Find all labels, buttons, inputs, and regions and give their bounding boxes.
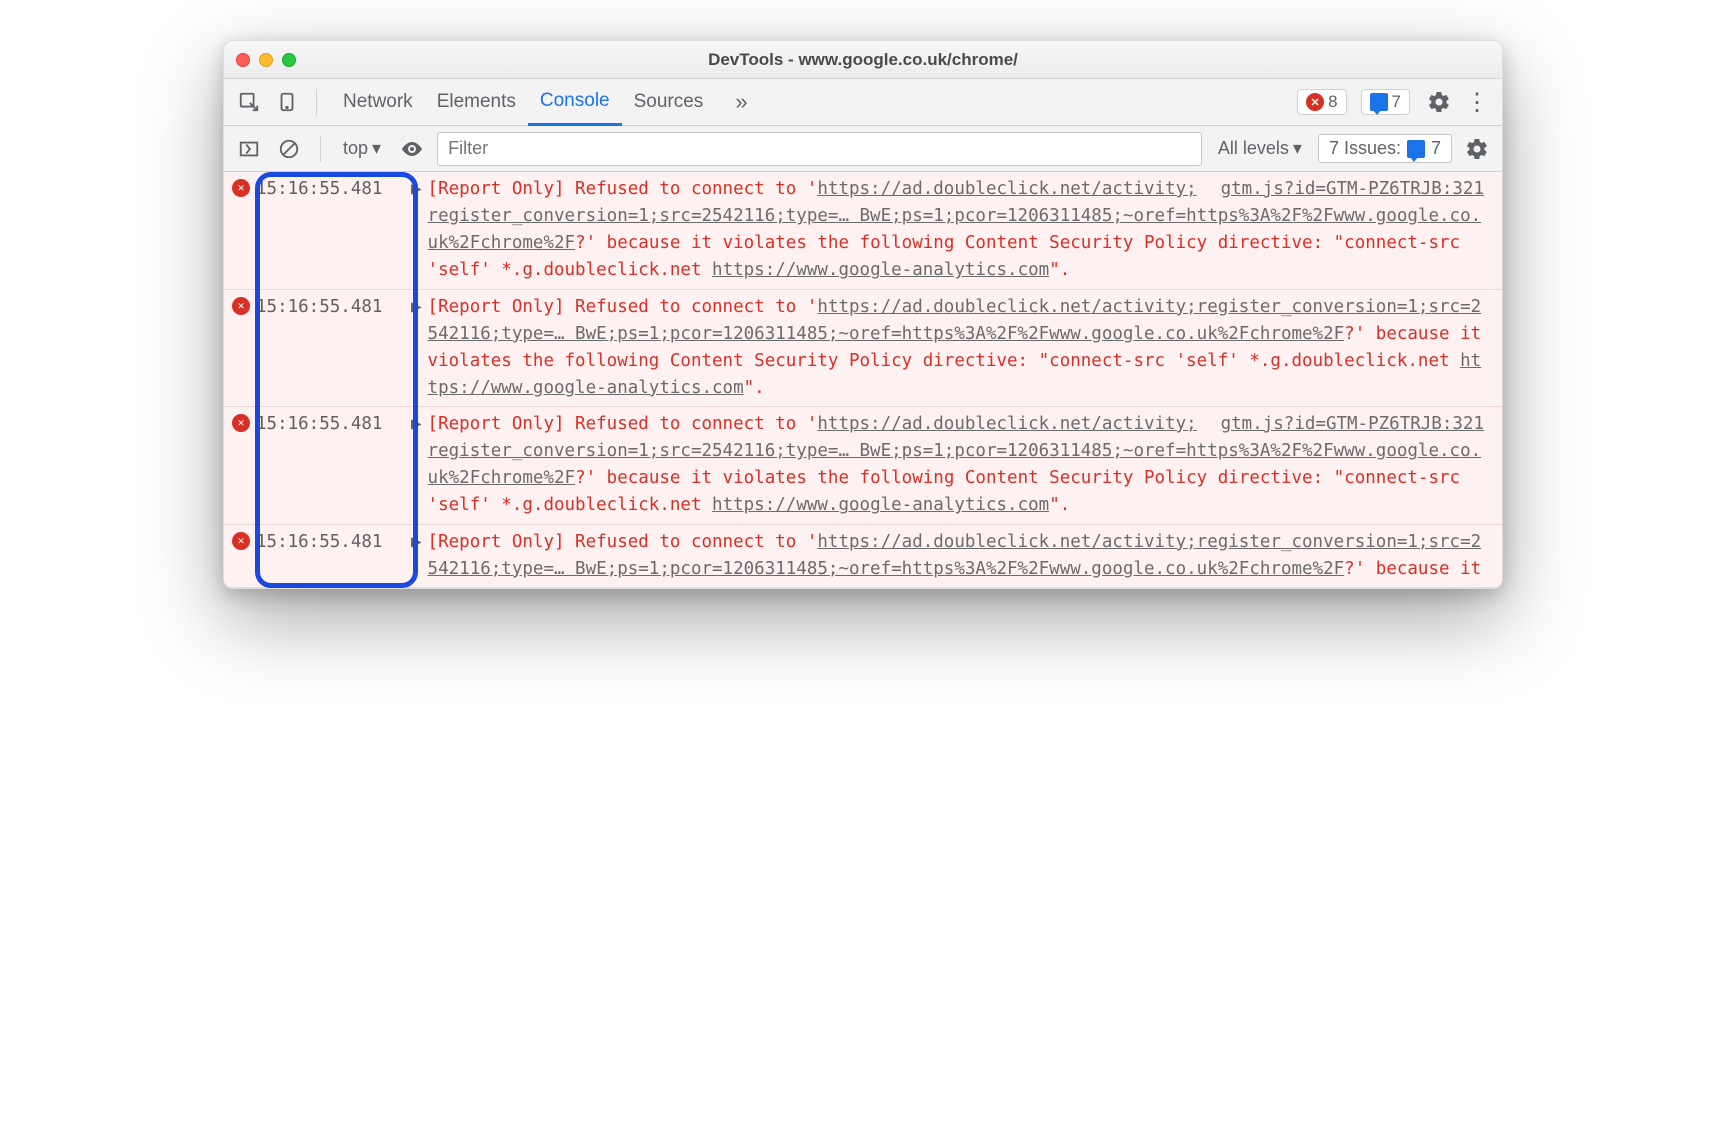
context-label: top — [343, 138, 368, 159]
issues-label: 7 Issues: — [1329, 138, 1401, 159]
console-toolbar: top ▾ All levels ▾ 7 Issues: 7 — [224, 126, 1502, 172]
expand-arrow-icon[interactable]: ▶ — [411, 411, 422, 520]
levels-label: All levels — [1218, 138, 1289, 159]
minimize-icon[interactable] — [259, 53, 273, 67]
url-link[interactable]: https://ad.doubleclick.net/activity;regi… — [428, 532, 1482, 579]
window-titlebar: DevTools - www.google.co.uk/chrome/ — [224, 41, 1502, 79]
issues-button[interactable]: 7 Issues: 7 — [1318, 134, 1452, 163]
fullscreen-icon[interactable] — [282, 53, 296, 67]
expand-arrow-icon[interactable]: ▶ — [411, 529, 422, 583]
devtools-window: DevTools - www.google.co.uk/chrome/ Netw… — [223, 40, 1503, 589]
device-toggle-icon[interactable] — [272, 87, 302, 117]
separator — [320, 136, 321, 162]
source-link[interactable]: gtm.js?id=GTM-PZ6TRJB:321 — [1221, 411, 1484, 438]
error-icon — [232, 179, 250, 197]
devtools-tabbar: NetworkElementsConsoleSources » 8 7 ⋮ — [224, 79, 1502, 126]
message-text: [Report Only] Refused to connect to 'htt… — [428, 294, 1494, 403]
separator — [316, 89, 317, 115]
expand-arrow-icon[interactable]: ▶ — [411, 294, 422, 403]
settings-gear-icon[interactable] — [1424, 87, 1454, 117]
console-output: 15:16:55.481▶gtm.js?id=GTM-PZ6TRJB:321[R… — [224, 172, 1502, 588]
console-row: 15:16:55.481▶[Report Only] Refused to co… — [224, 525, 1502, 588]
timestamp: 15:16:55.481 — [256, 176, 411, 285]
window-title: DevTools - www.google.co.uk/chrome/ — [224, 50, 1502, 70]
clear-console-icon[interactable] — [274, 134, 304, 164]
console-row: 15:16:55.481▶gtm.js?id=GTM-PZ6TRJB:321[R… — [224, 407, 1502, 525]
message-icon — [1370, 93, 1388, 111]
timestamp: 15:16:55.481 — [256, 529, 411, 583]
close-icon[interactable] — [236, 53, 250, 67]
message-text: gtm.js?id=GTM-PZ6TRJB:321[Report Only] R… — [428, 176, 1494, 285]
timestamp: 15:16:55.481 — [256, 294, 411, 403]
source-link[interactable]: gtm.js?id=GTM-PZ6TRJB:321 — [1221, 176, 1484, 203]
url-link[interactable]: https://ad.doubleclick.net/activity;regi… — [428, 297, 1482, 344]
console-settings-gear-icon[interactable] — [1462, 134, 1492, 164]
tab-sources[interactable]: Sources — [622, 79, 716, 126]
console-row: 15:16:55.481▶gtm.js?id=GTM-PZ6TRJB:321[R… — [224, 172, 1502, 290]
url-link[interactable]: https://www.google-analytics.com — [712, 260, 1049, 280]
message-count: 7 — [1392, 92, 1401, 112]
error-icon — [232, 414, 250, 432]
filter-input[interactable] — [437, 132, 1202, 166]
url-link[interactable]: https://www.google-analytics.com — [428, 351, 1482, 398]
expand-arrow-icon[interactable]: ▶ — [411, 176, 422, 285]
toggle-sidebar-icon[interactable] — [234, 134, 264, 164]
tab-console[interactable]: Console — [528, 79, 622, 126]
log-levels-selector[interactable]: All levels ▾ — [1212, 135, 1308, 162]
inspect-icon[interactable] — [234, 87, 264, 117]
tab-network[interactable]: Network — [331, 79, 425, 126]
message-count-badge[interactable]: 7 — [1361, 89, 1410, 115]
error-icon — [232, 532, 250, 550]
error-icon — [1306, 93, 1324, 111]
issues-count: 7 — [1431, 138, 1441, 159]
context-selector[interactable]: top ▾ — [337, 135, 387, 162]
chevron-down-icon: ▾ — [372, 138, 381, 159]
tab-list: NetworkElementsConsoleSources — [331, 79, 715, 126]
error-count: 8 — [1328, 92, 1337, 112]
traffic-lights — [236, 53, 296, 67]
message-text: [Report Only] Refused to connect to 'htt… — [428, 529, 1494, 583]
error-icon — [232, 297, 250, 315]
console-row: 15:16:55.481▶[Report Only] Refused to co… — [224, 290, 1502, 408]
message-text: gtm.js?id=GTM-PZ6TRJB:321[Report Only] R… — [428, 411, 1494, 520]
timestamp: 15:16:55.481 — [256, 411, 411, 520]
chevron-down-icon: ▾ — [1293, 138, 1302, 159]
kebab-menu-icon[interactable]: ⋮ — [1462, 87, 1492, 117]
message-icon — [1407, 140, 1425, 158]
tab-elements[interactable]: Elements — [425, 79, 528, 126]
error-count-badge[interactable]: 8 — [1297, 89, 1346, 115]
live-expression-icon[interactable] — [397, 134, 427, 164]
tab-more[interactable]: » — [723, 79, 759, 126]
url-link[interactable]: https://www.google-analytics.com — [712, 495, 1049, 515]
